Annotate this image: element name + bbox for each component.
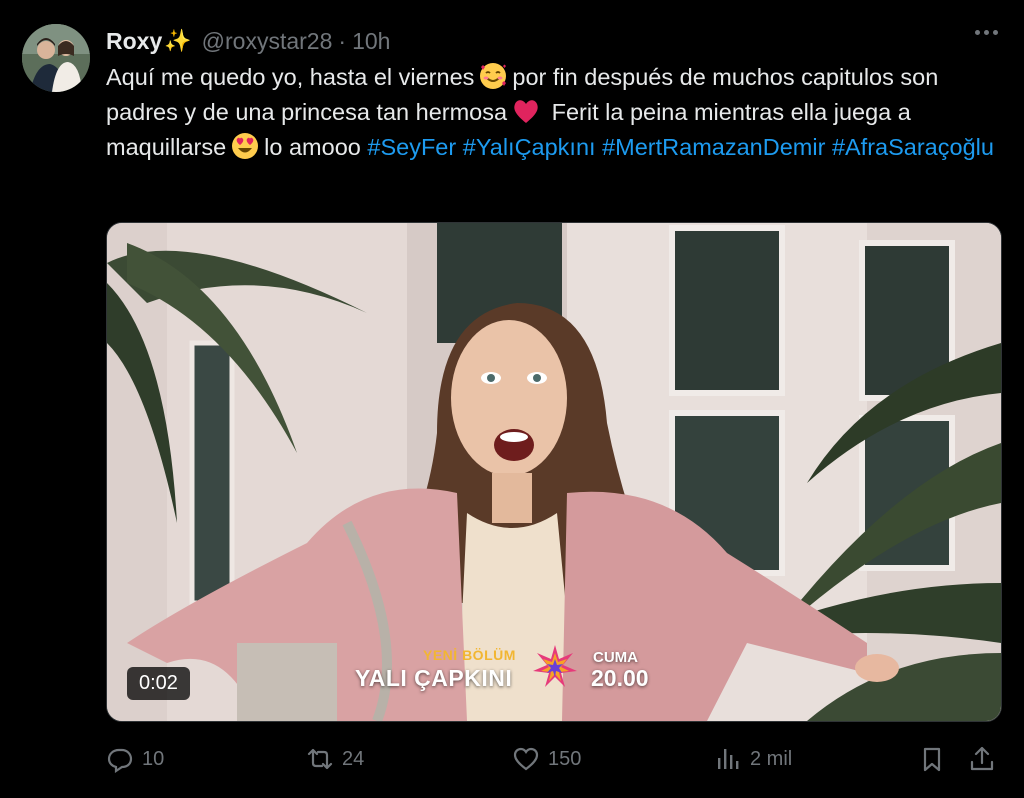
hashtag-link[interactable]: #AfraSaraçoğlu	[832, 134, 994, 160]
reply-icon	[107, 748, 133, 773]
bookmark-button[interactable]	[918, 742, 946, 776]
overlay-time: 20.00	[591, 665, 649, 691]
like-icon	[513, 747, 539, 771]
views-icon	[718, 749, 739, 769]
star-channel-logo-icon	[533, 645, 577, 687]
share-button[interactable]	[968, 742, 996, 776]
more-icon[interactable]	[975, 30, 998, 35]
share-icon	[970, 746, 994, 771]
like-button[interactable]: 150	[512, 742, 581, 776]
repost-icon	[307, 748, 333, 770]
hashtag-link[interactable]: #SeyFer	[367, 134, 456, 160]
tweet-text-part: lo amooo	[264, 133, 361, 160]
heart-eyes-icon	[230, 131, 260, 161]
tweet-header: Roxy ✨ @roxystar28 · 10h	[106, 24, 390, 58]
tweet-text: Aquí me quedo yo, hasta el viernes por f…	[106, 60, 1006, 164]
hashtag-link[interactable]: #YalıÇapkını	[463, 134, 596, 160]
bookmark-icon	[923, 747, 941, 772]
overlay-show-title: YALI ÇAPKINI	[355, 665, 513, 691]
views-count: 2 mil	[750, 747, 793, 770]
tweet: Roxy ✨ @roxystar28 · 10h Aquí me quedo y…	[0, 0, 1024, 798]
reply-button[interactable]: 10	[106, 742, 164, 776]
tweet-time[interactable]: 10h	[352, 28, 390, 55]
repost-button[interactable]: 24	[306, 742, 364, 776]
hashtag-link[interactable]: #MertRamazanDemir	[602, 134, 825, 160]
red-heart-icon	[511, 96, 541, 126]
separator-dot: ·	[338, 27, 347, 54]
like-count: 150	[548, 747, 582, 770]
overlay-day: CUMA	[593, 649, 638, 666]
video-duration: 0:02	[127, 667, 190, 700]
sparkles-icon: ✨	[164, 28, 192, 53]
reply-count: 10	[142, 747, 165, 770]
repost-count: 24	[342, 747, 365, 770]
smiling-face-with-hearts-icon	[478, 61, 508, 91]
author-handle[interactable]: @roxystar28	[202, 28, 333, 55]
video-player[interactable]: 0:02 YENİ BÖLÜM YALI ÇAPKINI CUMA 20.00	[106, 222, 1002, 722]
author-name[interactable]: Roxy	[106, 28, 162, 55]
views-button[interactable]: 2 mil	[714, 742, 792, 776]
tweet-text-part: Aquí me quedo yo, hasta el viernes	[106, 64, 475, 90]
overlay-new-episode: YENİ BÖLÜM	[423, 647, 516, 663]
avatar[interactable]	[22, 24, 90, 92]
action-bar: 10 24 150 2 mil	[106, 742, 1000, 776]
